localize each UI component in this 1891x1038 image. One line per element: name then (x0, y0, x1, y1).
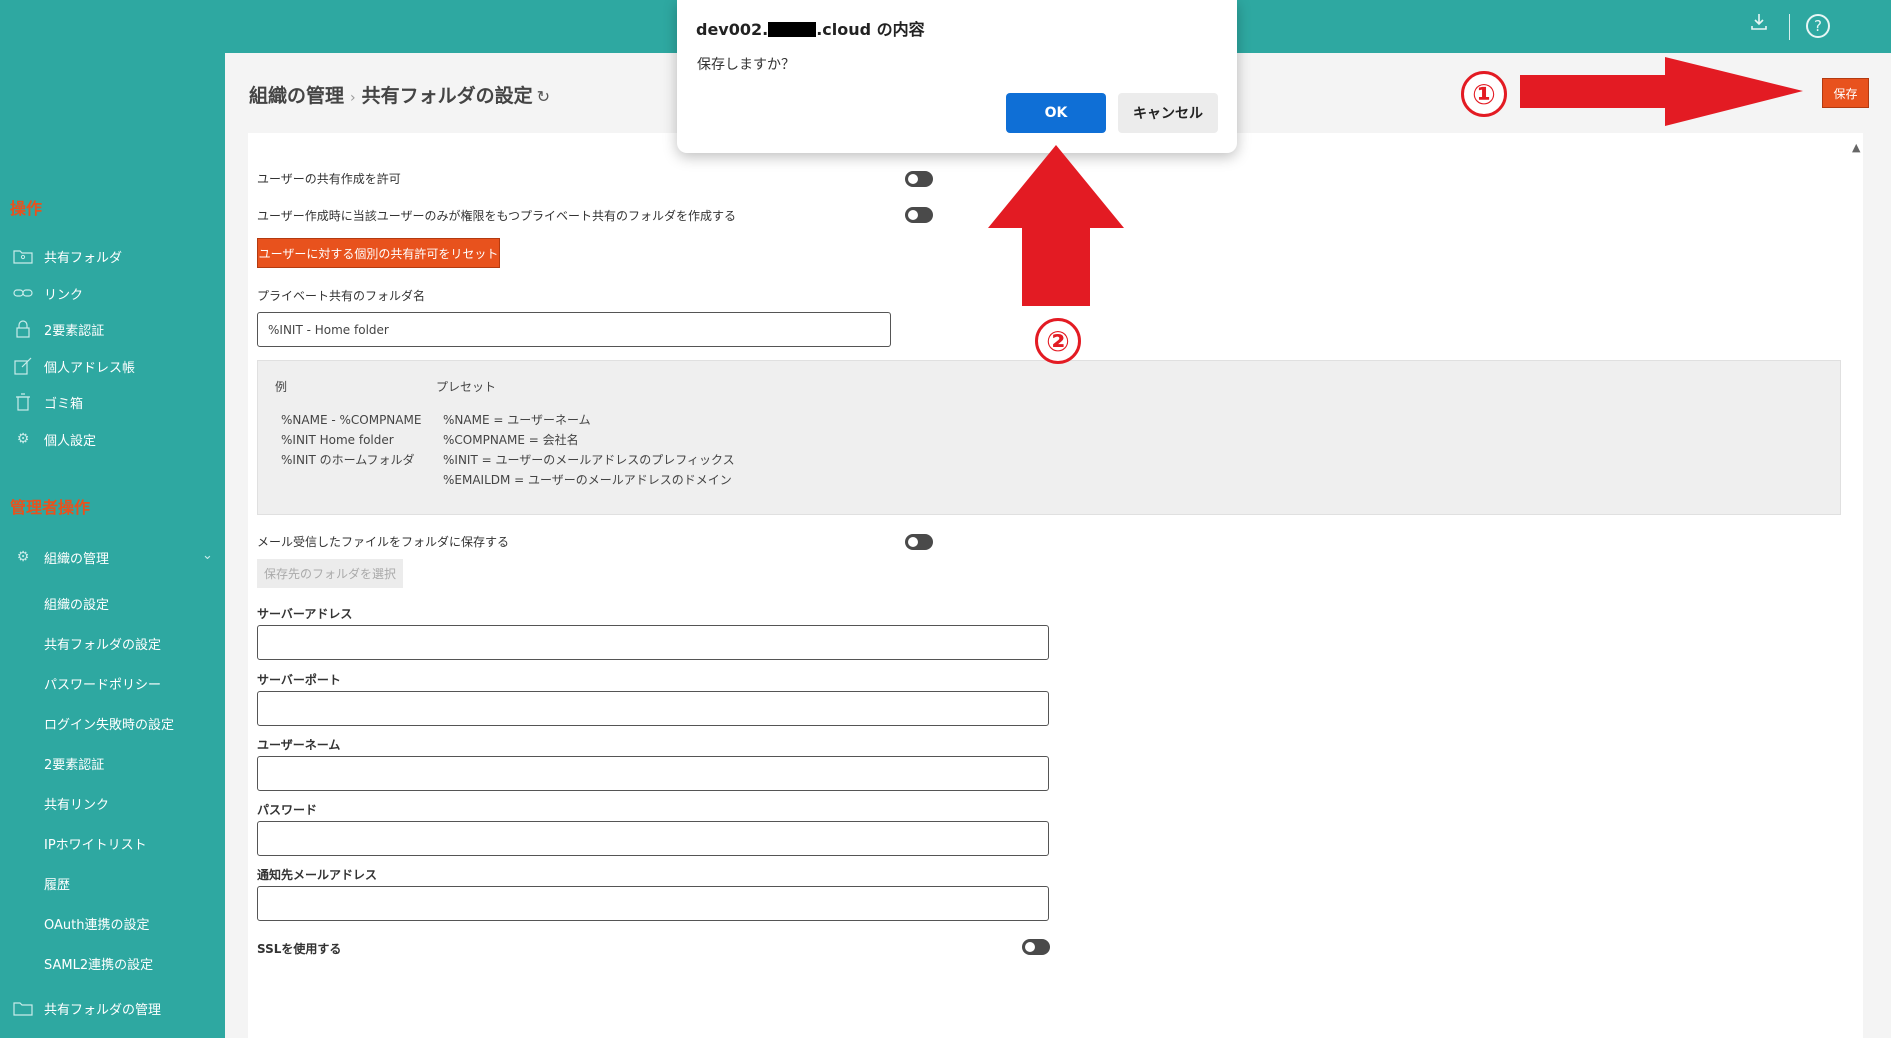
arrow-up-annotation (988, 145, 1124, 306)
annotation-arrows (988, 57, 1803, 306)
arrow-right-annotation (1520, 57, 1803, 126)
step2-annotation: ② (1035, 318, 1081, 364)
step1-annotation: ① (1461, 71, 1507, 117)
